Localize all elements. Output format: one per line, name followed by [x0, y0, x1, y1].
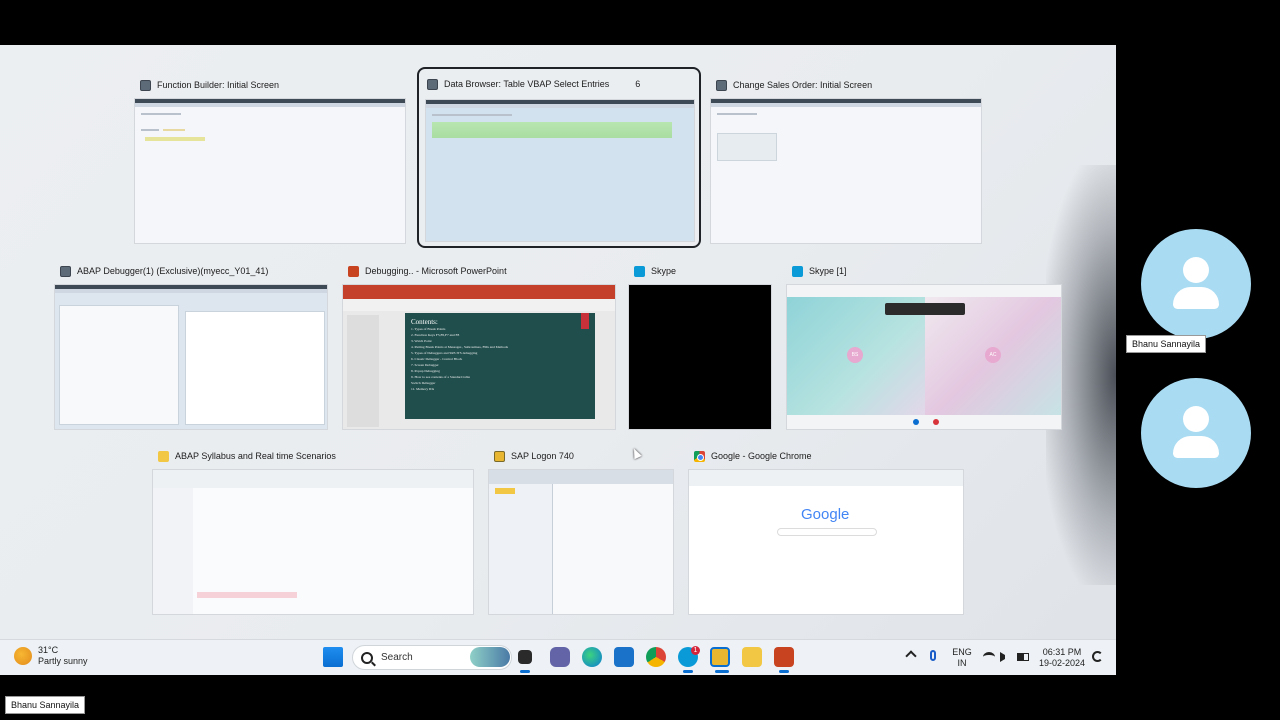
store-icon[interactable]: [614, 647, 634, 667]
notifications-icon[interactable]: [1092, 651, 1103, 662]
skype-icon: [634, 265, 645, 277]
window-title: Debugging.. - Microsoft PowerPoint: [365, 266, 507, 276]
slide-item: 11. Memory IDs: [411, 387, 435, 391]
window-title: Change Sales Order: Initial Screen: [733, 80, 873, 90]
window-abap-debugger[interactable]: ABAP Debugger(1) (Exclusive)(myecc_Y01_4…: [52, 256, 330, 432]
chevron-up-icon[interactable]: [905, 650, 917, 662]
task-view-icon[interactable]: [518, 650, 532, 664]
participant-avatar: [1141, 378, 1251, 488]
window-title: Google - Google Chrome: [711, 451, 812, 461]
window-thumbnail: [628, 284, 772, 430]
window-function-builder[interactable]: Function Builder: Initial Screen: [132, 70, 408, 246]
search-label: Search: [381, 652, 413, 663]
window-title: ABAP Syllabus and Real time Scenarios: [175, 451, 336, 461]
wifi-icon[interactable]: [983, 652, 995, 662]
file-explorer-icon[interactable]: [742, 647, 762, 667]
search-icon: [361, 651, 373, 664]
person-icon: [1183, 257, 1209, 283]
participant-name: Bhanu Sannayila: [1126, 335, 1207, 353]
window-thumbnail: [710, 98, 982, 244]
window-skype-1[interactable]: Skype [1] BS AC: [784, 256, 1064, 432]
weather-temp: 31°C: [38, 645, 59, 655]
window-thumbnail: [425, 99, 695, 242]
notification-badge: 1: [691, 646, 700, 655]
chrome-icon: [694, 450, 705, 462]
entry-count: 6: [635, 79, 641, 89]
window-sap-logon[interactable]: SAP Logon 740: [486, 441, 676, 617]
window-title: Skype [1]: [809, 266, 847, 276]
microphone-icon[interactable]: [930, 650, 936, 661]
weather-desc: Partly sunny: [38, 656, 88, 666]
self-view-name: Bhanu Sannayila: [5, 696, 86, 714]
window-thumbnail: [488, 469, 674, 615]
sap-logon-taskbar-icon[interactable]: [710, 647, 730, 667]
teams-chat-icon[interactable]: [550, 647, 570, 667]
window-thumbnail: [134, 98, 406, 244]
powerpoint-icon: [348, 265, 359, 277]
window-title: Function Builder: Initial Screen: [157, 80, 280, 90]
window-thumbnail: [152, 469, 474, 615]
folder-icon: [158, 450, 169, 462]
weather-icon: [14, 647, 32, 665]
taskbar: 31°C Partly sunny Search 1 ENG IN 06:31 …: [0, 639, 1116, 675]
chrome-taskbar-icon[interactable]: [646, 647, 666, 667]
sap-gui-icon: [140, 79, 151, 91]
window-thumbnail: Contents: 1. Types of Break Points 2. Fu…: [342, 284, 616, 430]
window-thumbnail: Google: [688, 469, 964, 615]
window-google-chrome[interactable]: Google - Google Chrome Google: [686, 441, 966, 617]
window-title: ABAP Debugger(1) (Exclusive)(myecc_Y01_4…: [77, 266, 269, 276]
window-change-sales-order[interactable]: Change Sales Order: Initial Screen: [708, 70, 984, 246]
sap-gui-icon: [716, 79, 727, 91]
search-highlight-icon[interactable]: [470, 647, 510, 667]
window-file-explorer[interactable]: ABAP Syllabus and Real time Scenarios: [150, 441, 476, 617]
battery-icon[interactable]: [1017, 653, 1029, 661]
avatar: AC: [985, 347, 1001, 363]
sap-logon-icon: [494, 450, 505, 462]
sap-gui-icon: [60, 265, 71, 277]
task-view-screen: Function Builder: Initial Screen Data Br…: [0, 45, 1116, 675]
volume-icon[interactable]: [1000, 652, 1010, 662]
sap-gui-icon: [427, 78, 438, 90]
edge-icon[interactable]: [582, 647, 602, 667]
window-title: Skype: [651, 266, 677, 276]
person-icon: [1183, 406, 1209, 432]
google-logo: Google: [801, 506, 850, 523]
powerpoint-taskbar-icon[interactable]: [774, 647, 794, 667]
weather-widget[interactable]: 31°C Partly sunny: [14, 645, 88, 667]
language-indicator[interactable]: ENG IN: [950, 647, 974, 669]
ppt-slide: Contents: 1. Types of Break Points 2. Fu…: [405, 313, 595, 419]
skype-icon: [792, 265, 803, 277]
window-skype[interactable]: Skype: [626, 256, 774, 432]
window-thumbnail: BS AC: [786, 284, 1062, 430]
window-thumbnail: [54, 284, 328, 430]
window-title: SAP Logon 740: [511, 451, 574, 461]
window-title: Data Browser: Table VBAP Select Entries: [444, 79, 610, 89]
clock[interactable]: 06:31 PM 19-02-2024: [1036, 647, 1088, 669]
start-button[interactable]: [323, 647, 343, 667]
window-powerpoint[interactable]: Debugging.. - Microsoft PowerPoint Conte…: [340, 256, 618, 432]
slide-heading: Contents:: [411, 318, 438, 326]
avatar: BS: [847, 347, 863, 363]
participant-avatar: [1141, 229, 1251, 339]
window-data-browser[interactable]: Data Browser: Table VBAP Select Entries 6: [417, 67, 701, 248]
